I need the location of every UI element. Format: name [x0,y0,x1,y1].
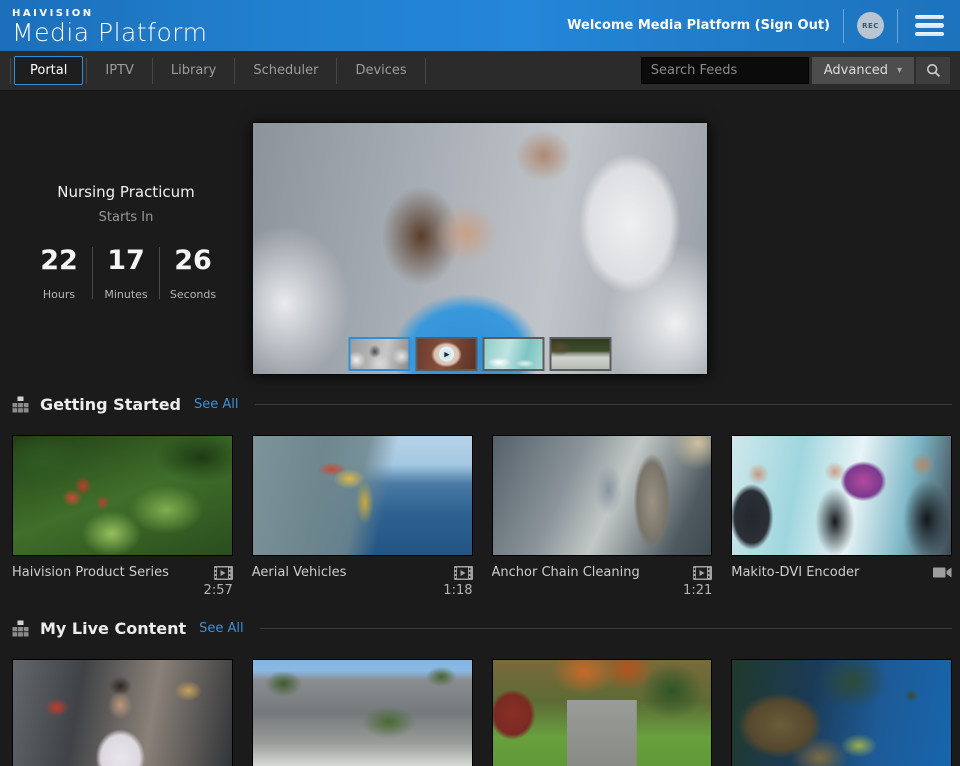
carousel-thumbnail-1[interactable] [349,337,411,371]
section-header: My Live Content See All [12,619,952,638]
advanced-label: Advanced [824,63,888,78]
live-card-1[interactable] [12,659,233,766]
tab-divider [336,58,337,84]
video-duration: 1:21 [492,583,713,599]
search-input[interactable] [641,57,809,84]
countdown-subtitle: Starts In [0,210,252,225]
live-card-4[interactable] [731,659,952,766]
tab-iptv[interactable]: IPTV [90,57,149,84]
video-thumbnail [252,435,473,556]
card-row: Haivision Product Series 2:57 [12,435,952,599]
search-button[interactable] [916,57,950,84]
portal-content: Nursing Practicum Starts In 22 Hours 17 … [0,91,960,766]
card-row [12,659,952,766]
tab-scheduler[interactable]: Scheduler [238,57,333,84]
countdown-widget: Nursing Practicum Starts In 22 Hours 17 … [0,91,252,375]
video-thumbnail [492,659,713,766]
section-header: Getting Started See All [12,395,952,414]
video-duration: 2:57 [12,583,233,599]
advanced-button[interactable]: Advanced ▾ [812,57,914,84]
tab-devices[interactable]: Devices [340,57,421,84]
hero-carousel[interactable]: ▶ [252,122,708,375]
section-divider [255,404,953,405]
countdown-hours-label: Hours [26,288,92,301]
magnifier-icon [926,63,941,78]
countdown-seconds-label: Seconds [160,288,226,301]
nav-tabs: Portal IPTV Library Scheduler Devices [10,51,426,90]
countdown-units: 22 Hours 17 Minutes 26 Seconds [0,245,252,301]
play-icon: ▶ [439,347,454,362]
brand-haivision: HAIVISION [12,9,207,19]
tab-divider [152,58,153,84]
carousel-thumbnail-4[interactable] [550,337,612,371]
tab-divider [86,58,87,84]
tab-portal[interactable]: Portal [14,56,83,85]
search-group: Advanced ▾ [641,57,950,84]
film-play-icon [454,566,473,580]
hero-section: Nursing Practicum Starts In 22 Hours 17 … [0,91,960,375]
carousel-thumbnail-3[interactable] [483,337,545,371]
countdown-minutes-value: 17 [93,245,159,276]
countdown-seconds-value: 26 [160,245,226,276]
chevron-down-icon: ▾ [897,65,902,76]
nav-bar: Portal IPTV Library Scheduler Devices Ad… [0,51,960,91]
header-divider [843,9,844,43]
countdown-hours-value: 22 [26,245,92,276]
rec-badge[interactable]: REC [857,12,884,39]
video-thumbnail [492,435,713,556]
media-platform-app: HAIVISION Media Platform Welcome Media P… [0,0,960,766]
video-card-makito-dvi-encoder[interactable]: Makito-DVI Encoder [731,435,952,599]
video-camera-icon [933,566,952,579]
section-divider [260,628,952,629]
video-duration: 1:18 [252,583,473,599]
app-header: HAIVISION Media Platform Welcome Media P… [0,0,960,51]
countdown-title: Nursing Practicum [0,183,252,201]
video-thumbnail [252,659,473,766]
tab-divider [10,58,11,84]
carousel-thumbnail-2[interactable]: ▶ [416,337,478,371]
section-title: Getting Started [40,395,181,414]
video-thumbnail [731,659,952,766]
video-card-aerial-vehicles[interactable]: Aerial Vehicles 1:18 [252,435,473,599]
video-title: Aerial Vehicles [252,565,448,580]
tab-divider [234,58,235,84]
brand-logo[interactable]: HAIVISION Media Platform [12,7,207,45]
countdown-minutes-label: Minutes [93,288,159,301]
countdown-minutes: 17 Minutes [93,245,159,301]
live-card-2[interactable] [252,659,473,766]
live-card-3[interactable] [492,659,713,766]
see-all-link[interactable]: See All [199,621,244,636]
section-my-live-content: My Live Content See All [0,619,960,766]
video-thumbnail [731,435,952,556]
sitemap-icon [12,620,29,637]
sitemap-icon [12,396,29,413]
video-duration [731,583,952,599]
header-divider [897,9,898,43]
section-title: My Live Content [40,619,186,638]
video-card-haivision-product-series[interactable]: Haivision Product Series 2:57 [12,435,233,599]
carousel-thumbnails: ▶ [349,337,612,371]
video-title: Makito-DVI Encoder [731,565,927,580]
video-title: Anchor Chain Cleaning [492,565,688,580]
section-getting-started: Getting Started See All Haivision Produc… [0,395,960,599]
countdown-seconds: 26 Seconds [160,245,226,301]
tab-divider [425,58,426,84]
countdown-hours: 22 Hours [26,245,92,301]
film-play-icon [214,566,233,580]
video-thumbnail [12,659,233,766]
header-right: Welcome Media Platform (Sign Out) REC [567,9,948,43]
video-card-anchor-chain-cleaning[interactable]: Anchor Chain Cleaning 1:21 [492,435,713,599]
welcome-signout-link[interactable]: Welcome Media Platform (Sign Out) [567,18,830,33]
video-thumbnail [12,435,233,556]
film-play-icon [693,566,712,580]
see-all-link[interactable]: See All [194,397,239,412]
hamburger-menu-icon[interactable] [911,13,948,39]
brand-media-platform: Media Platform [12,20,207,45]
video-title: Haivision Product Series [12,565,208,580]
tab-library[interactable]: Library [156,57,231,84]
